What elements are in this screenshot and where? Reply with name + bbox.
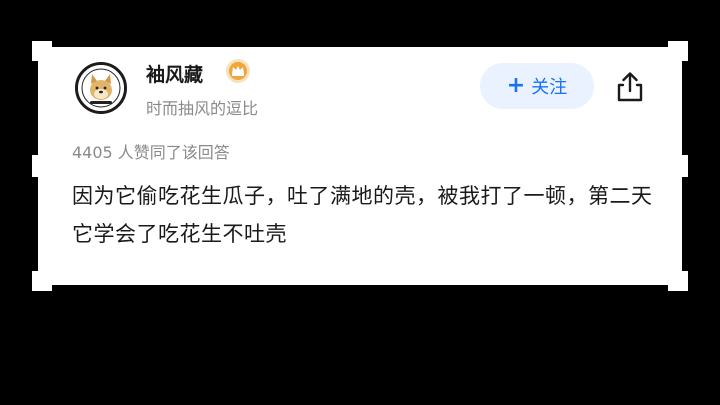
- badge-icon: [226, 59, 250, 83]
- upvote-count: 4405 人赞同了该回答: [72, 143, 230, 162]
- crop-handle-bottom-left[interactable]: [32, 271, 52, 291]
- author-bio: 时而抽风的逗比: [146, 99, 259, 118]
- plus-icon: +: [506, 73, 526, 98]
- screen: 袖风藏 时而抽风的逗比 + 关注 4405 人赞同了该回答 因为它偷吃花生瓜子，…: [0, 0, 720, 405]
- crop-handle-top-left[interactable]: [32, 41, 52, 61]
- crop-handle-top-right[interactable]: [668, 41, 688, 61]
- crop-handle-right[interactable]: [682, 155, 688, 177]
- author-name[interactable]: 袖风藏: [146, 60, 203, 87]
- doge-avatar-icon: [78, 65, 124, 111]
- avatar[interactable]: [75, 62, 127, 114]
- answer-content[interactable]: 因为它偷吃花生瓜子，吐了满地的壳，被我打了一顿，第二天它学会了吃花生不吐壳: [72, 177, 662, 253]
- crop-handle-bottom-right[interactable]: [668, 271, 688, 291]
- crop-handle-left[interactable]: [32, 155, 38, 177]
- follow-label: 关注: [531, 77, 568, 98]
- share-icon[interactable]: [612, 69, 648, 105]
- follow-button[interactable]: + 关注: [480, 63, 594, 109]
- answer-card: 袖风藏 时而抽风的逗比 + 关注 4405 人赞同了该回答 因为它偷吃花生瓜子，…: [32, 41, 688, 291]
